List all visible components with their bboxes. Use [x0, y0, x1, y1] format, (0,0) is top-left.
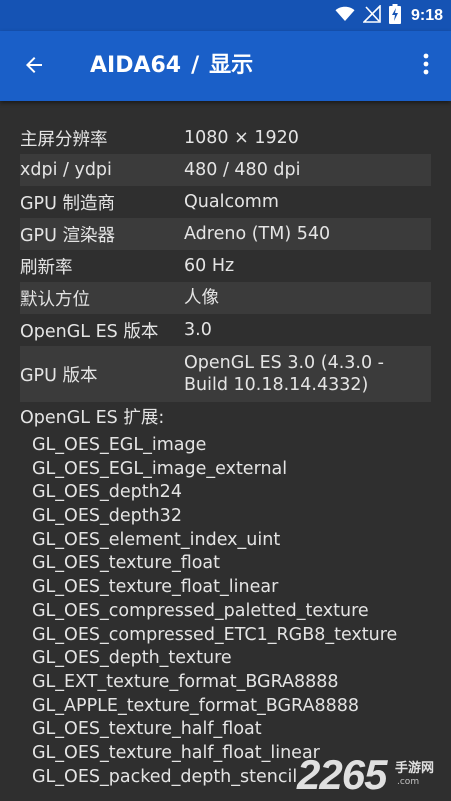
- extension-item: GL_OES_EGL_image: [32, 435, 207, 455]
- status-icons: 9:18: [335, 4, 443, 28]
- watermark-sub: .com: [397, 777, 420, 787]
- info-row-gpu-renderer: GPU 渲染器 Adreno (TM) 540: [20, 218, 431, 250]
- info-row-orientation: 默认方位 人像: [20, 282, 431, 314]
- info-label: 主屏分辨率: [20, 129, 108, 150]
- info-value: 480 / 480 dpi: [184, 160, 301, 180]
- extension-item: GL_OES_packed_depth_stencil: [32, 766, 298, 787]
- signal-icon: [362, 4, 381, 27]
- extension-item: GL_OES_texture_float: [32, 553, 221, 574]
- extension-item: GL_APPLE_texture_format_BGRA8888: [32, 695, 360, 716]
- watermark-text: 手游网: [395, 761, 435, 776]
- extensions-header: OpenGL ES 扩展:: [20, 408, 165, 428]
- extensions-list: GL_OES_EGL_image GL_OES_EGL_image_extern…: [32, 434, 397, 789]
- extension-item: GL_OES_compressed_paletted_texture: [32, 600, 369, 621]
- info-row-resolution: 主屏分辨率 1080 × 1920: [20, 122, 431, 154]
- info-value: 60 Hz: [184, 256, 235, 276]
- extension-item: GL_OES_depth24: [32, 482, 182, 503]
- info-label: 默认方位: [20, 289, 90, 310]
- back-button[interactable]: [18, 51, 50, 83]
- page-title: AIDA64 / 显示: [90, 51, 253, 81]
- more-vert-icon: [423, 52, 429, 80]
- info-value: 1080 × 1920: [184, 128, 299, 148]
- section-title: 显示: [209, 53, 254, 78]
- display-info-table: 主屏分辨率 1080 × 1920 xdpi / ydpi 480 / 480 …: [20, 122, 431, 402]
- overflow-menu-button[interactable]: [415, 51, 437, 81]
- app-bar: AIDA64 / 显示: [0, 31, 451, 101]
- info-row-dpi: xdpi / ydpi 480 / 480 dpi: [20, 154, 431, 186]
- content-scroll[interactable]: 主屏分辨率 1080 × 1920 xdpi / ydpi 480 / 480 …: [0, 101, 451, 801]
- info-label: OpenGL ES 版本: [20, 321, 159, 342]
- info-label: GPU 制造商: [20, 193, 115, 214]
- info-value: 3.0: [184, 320, 212, 340]
- battery-charging-icon: [388, 4, 401, 28]
- info-row-gpu-version: GPU 版本 OpenGL ES 3.0 (4.3.0 - Build 10.1…: [20, 346, 431, 402]
- info-row-opengl-version: OpenGL ES 版本 3.0: [20, 314, 431, 346]
- wifi-icon: [335, 6, 355, 26]
- info-value: OpenGL ES 3.0 (4.3.0 - Build 10.18.14.43…: [184, 352, 431, 396]
- info-row-gpu-vendor: GPU 制造商 Qualcomm: [20, 186, 431, 218]
- extension-item: GL_OES_depth_texture: [32, 648, 232, 669]
- info-label: GPU 版本: [20, 365, 98, 386]
- info-value-line: Build 10.18.14.4332): [184, 375, 369, 395]
- app-name: AIDA64: [90, 53, 182, 78]
- extension-item: GL_OES_compressed_ETC1_RGB8_texture: [32, 624, 398, 645]
- title-separator: /: [191, 53, 200, 78]
- info-value-line: OpenGL ES 3.0 (4.3.0 -: [184, 353, 384, 373]
- info-value: Adreno (TM) 540: [184, 224, 331, 244]
- info-value: Qualcomm: [184, 192, 279, 212]
- extension-item: GL_OES_texture_half_float_linear: [32, 742, 320, 763]
- info-label: 刷新率: [20, 257, 73, 278]
- status-time: 9:18: [410, 7, 443, 24]
- extension-item: GL_OES_texture_float_linear: [32, 577, 279, 598]
- info-label: GPU 渲染器: [20, 225, 115, 246]
- info-value: 人像: [184, 288, 219, 308]
- info-row-refresh-rate: 刷新率 60 Hz: [20, 250, 431, 282]
- info-label: xdpi / ydpi: [20, 160, 112, 180]
- extension-item: GL_OES_texture_half_float: [32, 719, 262, 740]
- extension-item: GL_OES_depth32: [32, 506, 182, 527]
- status-bar: 9:18: [0, 0, 451, 31]
- extension-item: GL_EXT_texture_format_BGRA8888: [32, 671, 339, 692]
- extension-item: GL_OES_EGL_image_external: [32, 458, 288, 479]
- arrow-back-icon: [22, 53, 46, 81]
- extension-item: GL_OES_element_index_uint: [32, 529, 281, 550]
